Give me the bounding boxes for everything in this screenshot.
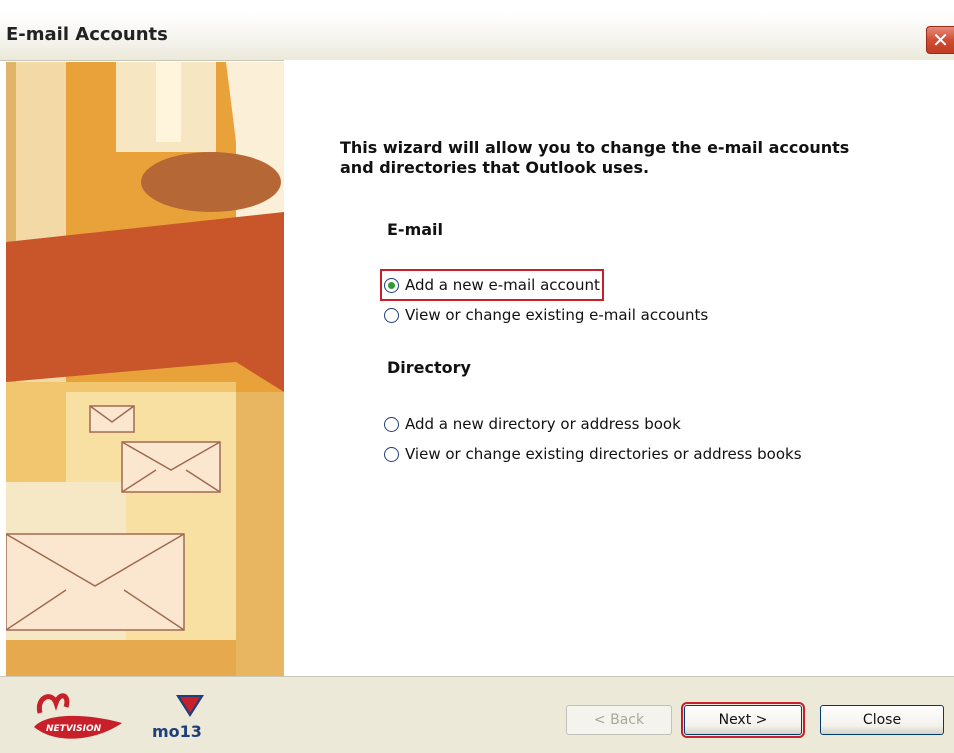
wizard-content: This wizard will allow you to change the… — [284, 60, 954, 676]
close-button[interactable]: Close — [820, 705, 944, 735]
title-bar: E-mail Accounts ✕ — [0, 12, 954, 61]
wizard-intro-text: This wizard will allow you to change the… — [340, 138, 850, 177]
envelope-illustration — [6, 62, 284, 676]
mo13-logo-text: mo13 — [152, 722, 202, 741]
netvision-logo-text: NETVISION — [46, 724, 102, 734]
logo-area: NETVISION mo13 — [26, 683, 266, 747]
netvision-logo-icon: NETVISION mo13 — [34, 693, 204, 741]
close-icon[interactable]: ✕ — [926, 26, 954, 54]
radio-label: View or change existing directories or a… — [405, 445, 802, 463]
radio-unselected-icon[interactable] — [384, 446, 399, 462]
back-button[interactable]: < Back — [566, 705, 672, 735]
radio-unselected-icon[interactable] — [384, 416, 399, 432]
radio-add-email-account[interactable]: Add a new e-mail account — [380, 269, 604, 301]
directory-section-heading: Directory — [387, 358, 471, 377]
radio-label: Add a new e-mail account — [405, 276, 600, 294]
wizard-side-illustration — [6, 62, 285, 676]
next-button[interactable]: Next > — [681, 702, 805, 738]
radio-label: Add a new directory or address book — [405, 415, 681, 433]
window-title: E-mail Accounts — [6, 24, 168, 45]
radio-label: View or change existing e-mail accounts — [405, 306, 709, 324]
radio-add-directory[interactable]: Add a new directory or address book — [384, 412, 681, 436]
radio-selected-icon[interactable] — [384, 277, 399, 293]
radio-view-directories[interactable]: View or change existing directories or a… — [384, 442, 802, 466]
radio-unselected-icon[interactable] — [384, 307, 399, 323]
wizard-footer: NETVISION mo13 < Back Next > Close — [0, 676, 954, 753]
radio-view-email-accounts[interactable]: View or change existing e-mail accounts — [384, 303, 708, 327]
email-section-heading: E-mail — [387, 220, 444, 239]
